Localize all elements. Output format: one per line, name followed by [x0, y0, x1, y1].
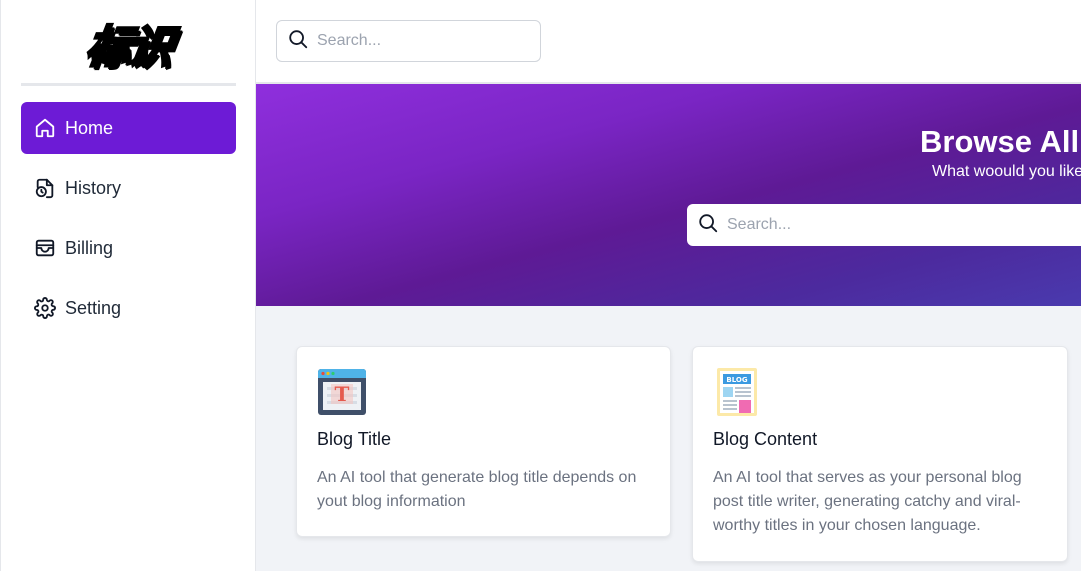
history-icon: [34, 177, 56, 199]
sidebar-item-billing[interactable]: Billing: [21, 222, 236, 274]
header-search-input[interactable]: [317, 32, 517, 50]
sidebar-item-setting[interactable]: Setting: [21, 282, 236, 334]
billing-icon: [34, 237, 56, 259]
blog-content-icon: BLOG: [713, 367, 763, 417]
sidebar-item-label: History: [65, 177, 122, 198]
sidebar-item-label: Setting: [65, 297, 122, 318]
template-card-blog-title[interactable]: T Blog Title An AI tool that generate bl…: [296, 346, 671, 537]
svg-text:T: T: [335, 382, 350, 406]
logo-text: 标识: [81, 21, 175, 75]
hero-banner: Browse All Templates What woould you lik…: [256, 84, 1081, 306]
template-card-title: Blog Title: [317, 429, 392, 449]
sidebar-divider: [21, 83, 236, 86]
gear-icon: [34, 297, 56, 319]
sidebar-item-label: Billing: [65, 237, 114, 258]
logo[interactable]: 标识: [21, 0, 236, 86]
search-icon: [697, 212, 719, 239]
sidebar-item-label: Home: [65, 117, 114, 138]
template-card-description: An AI tool that serves as your personal …: [713, 469, 1022, 534]
hero-subtitle: What woould you like to create today?: [932, 163, 1081, 180]
home-icon: [34, 117, 56, 139]
template-card-blog-content[interactable]: BLOG Blog Content An AI tool that serves…: [692, 346, 1068, 562]
template-grid: T Blog Title An AI tool that generate bl…: [256, 306, 1081, 571]
blog-title-icon: T: [317, 367, 367, 417]
search-icon: [287, 28, 309, 55]
top-header: [256, 0, 1081, 84]
sidebar-item-home[interactable]: Home: [21, 102, 236, 154]
template-card-title: Blog Content: [713, 429, 818, 449]
template-card-description: An AI tool that generate blog title depe…: [317, 469, 637, 510]
template-search-box[interactable]: [687, 204, 1081, 246]
sidebar-item-history[interactable]: History: [21, 162, 236, 214]
svg-text:BLOG: BLOG: [726, 376, 747, 384]
sidebar-nav: Home History Billing Setting: [21, 102, 236, 342]
hero-title: Browse All Templates: [920, 124, 1081, 159]
template-search-input[interactable]: [727, 216, 1027, 234]
header-search-box[interactable]: [276, 20, 541, 62]
app-root: 标识 Home History Billing Setting Search..…: [0, 0, 1081, 571]
sidebar: 标识 Home History Billing Setting: [0, 0, 256, 571]
